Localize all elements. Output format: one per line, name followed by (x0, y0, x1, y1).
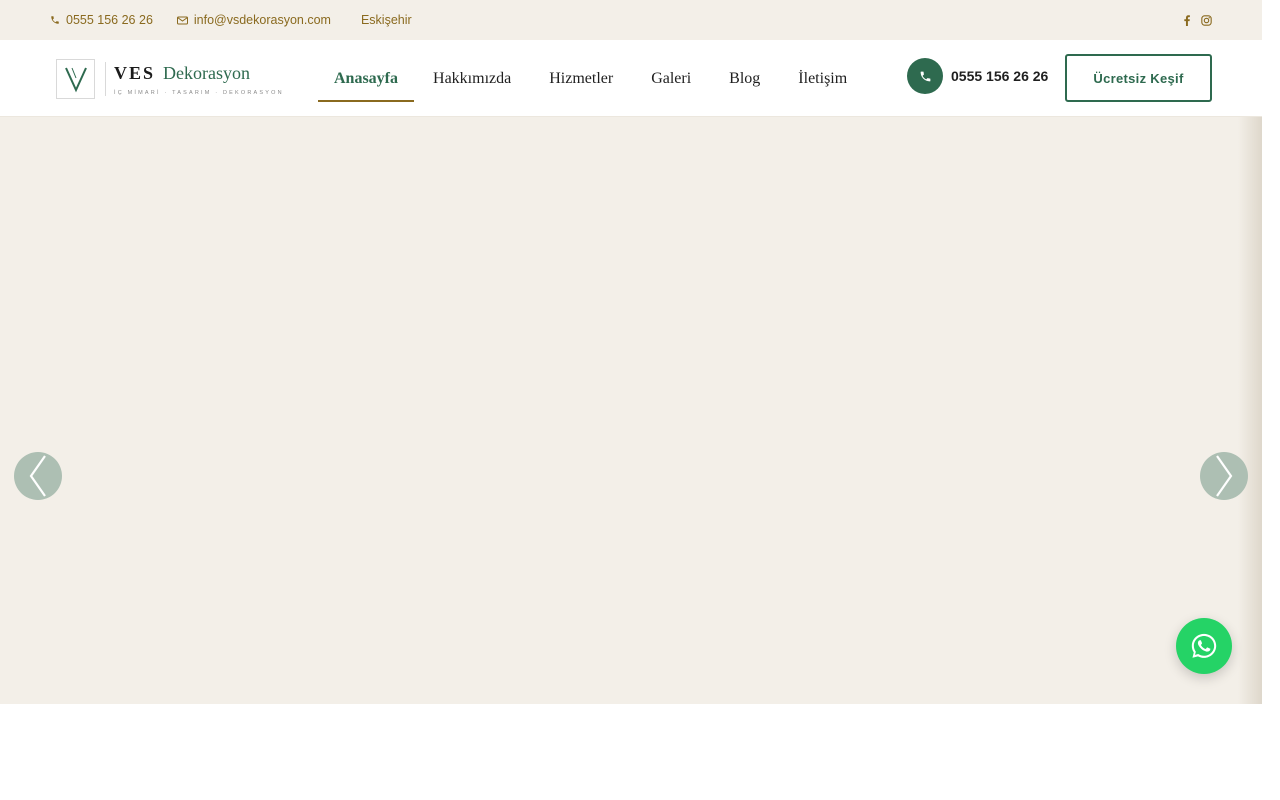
facebook-icon[interactable] (1183, 14, 1191, 26)
nav-item-anasayfa[interactable]: Anasayfa (318, 40, 415, 117)
free-survey-button[interactable]: Ücretsiz Keşif (1065, 54, 1212, 102)
topbar-phone[interactable]: 0555 156 26 26 (50, 13, 153, 27)
instagram-icon[interactable] (1201, 14, 1212, 26)
logo-divider (105, 62, 106, 96)
nav-item-hakkimizda[interactable]: Hakkımızda (414, 40, 530, 117)
phone-icon (51, 16, 59, 24)
logo-text: VES Dekorasyon İÇ MİMARİ · TASARIM · DEKO… (114, 62, 284, 96)
slider-next-button[interactable] (1200, 452, 1248, 500)
hero-edge-shadow (1238, 117, 1262, 704)
topbar-location-text: Eskişehir (360, 13, 412, 27)
slider-prev-button[interactable] (14, 452, 62, 500)
top-bar: 0555 156 26 26 info@vsdekorasyon.com Esk… (0, 0, 1262, 40)
header-phone-number: 0555 156 26 26 (951, 68, 1049, 84)
envelope-icon (176, 16, 188, 24)
logo-title: VES Dekorasyon (114, 62, 284, 84)
nav-item-galeri[interactable]: Galeri (632, 40, 710, 117)
site-header: VES Dekorasyon İÇ MİMARİ · TASARIM · DEKO… (0, 40, 1262, 117)
topbar-phone-text: 0555 156 26 26 (66, 13, 153, 27)
whatsapp-icon (1191, 633, 1217, 658)
page-scrollbar[interactable] (1262, 0, 1280, 800)
chevron-right-icon (1216, 455, 1233, 497)
chevron-left-icon (29, 455, 46, 497)
topbar-email-text: info@vsdekorasyon.com (193, 13, 331, 27)
social-links (1183, 14, 1212, 26)
main-nav: Anasayfa Hakkımızda Hizmetler Galeri Blo… (318, 40, 866, 117)
hero-slider (0, 117, 1262, 704)
whatsapp-button[interactable] (1176, 618, 1232, 674)
topbar-email[interactable]: info@vsdekorasyon.com (176, 13, 331, 27)
nav-item-hizmetler[interactable]: Hizmetler (530, 40, 632, 117)
logo-title-bold: VES (114, 63, 156, 83)
logo-subtitle: İÇ MİMARİ · TASARIM · DEKORASYON (114, 90, 284, 96)
topbar-location: Eskişehir (361, 13, 412, 27)
header-phone[interactable]: 0555 156 26 26 (907, 58, 1048, 94)
logo-v-icon (56, 59, 95, 99)
nav-item-iletisim[interactable]: İletişim (779, 40, 866, 117)
nav-item-blog[interactable]: Blog (710, 40, 779, 117)
site-logo[interactable]: VES Dekorasyon İÇ MİMARİ · TASARIM · DEKO… (56, 59, 284, 99)
logo-title-rest: Dekorasyon (163, 63, 250, 83)
phone-icon (907, 58, 943, 94)
